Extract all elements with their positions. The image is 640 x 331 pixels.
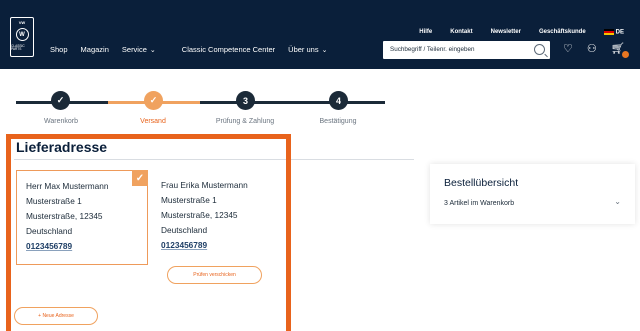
cart-icon[interactable]: 🛒︎ bbox=[611, 42, 629, 58]
step-1-done-icon[interactable]: ✓ bbox=[51, 91, 70, 110]
top-link-geschaeftskunde[interactable]: Geschäftskunde bbox=[539, 29, 586, 36]
cart-badge bbox=[621, 51, 629, 58]
nav-item-shop[interactable]: Shop bbox=[50, 45, 68, 54]
logo-bottom-text: CLASSIC PARTS bbox=[11, 44, 25, 52]
top-link-hilfe[interactable]: Hilfe bbox=[419, 29, 432, 36]
search-icon[interactable] bbox=[534, 44, 545, 55]
summary-title: Bestellübersicht bbox=[444, 177, 519, 189]
nav-item-ueber-uns-label: Über uns bbox=[288, 45, 319, 54]
nav-item-classic-competence-center[interactable]: Classic Competence Center bbox=[182, 45, 275, 54]
main-navigation: Shop Magazin Service ⌄ Classic Competence… bbox=[50, 45, 353, 54]
step-4-label: Bestätigung bbox=[319, 118, 357, 125]
flag-de-icon bbox=[603, 29, 614, 35]
step-3-label: Prüfung & Zahlung bbox=[215, 118, 275, 125]
address-street: Musterstraße 1 bbox=[26, 196, 82, 206]
chevron-down-icon: ⌄ bbox=[321, 47, 328, 54]
order-summary: Bestellübersicht 3 Artikel im Warenkorb … bbox=[430, 164, 635, 224]
search-input[interactable]: Suchbegriff / Teilenr. eingeben bbox=[383, 41, 550, 59]
nav-item-magazin[interactable]: Magazin bbox=[81, 45, 109, 54]
edit-address-button[interactable]: Prüfen verschicken bbox=[167, 266, 262, 284]
top-links: Hilfe Kontakt Newsletter Geschäftskunde … bbox=[401, 29, 624, 36]
step-2-label: Versand bbox=[140, 118, 166, 125]
site-header: VW W CLASSIC PARTS Shop Magazin Service ⌄… bbox=[0, 0, 640, 69]
address-name: Herr Max Mustermann bbox=[26, 181, 109, 191]
top-link-newsletter[interactable]: Newsletter bbox=[491, 29, 521, 36]
chevron-down-icon: ⌄ bbox=[149, 47, 156, 54]
address-phone: 0123456789 bbox=[161, 240, 208, 250]
heart-icon[interactable]: ♡ bbox=[563, 42, 573, 55]
new-address-button[interactable]: + Neue Adresse bbox=[14, 307, 98, 325]
section-title: Lieferadresse bbox=[16, 139, 108, 155]
vw-emblem-icon: W bbox=[15, 28, 29, 41]
address-card[interactable]: Frau Erika Mustermann Musterstraße 1 Mus… bbox=[152, 170, 284, 265]
address-phone: 0123456789 bbox=[26, 241, 73, 251]
nav-item-ueber-uns[interactable]: Über uns ⌄ bbox=[288, 45, 340, 54]
step-4-badge: 4 bbox=[329, 91, 348, 110]
address-name: Frau Erika Mustermann bbox=[161, 180, 248, 190]
brand-logo[interactable]: VW W CLASSIC PARTS bbox=[10, 17, 34, 57]
address-street: Musterstraße 1 bbox=[161, 195, 217, 205]
checkmark-icon: ✓ bbox=[132, 170, 148, 186]
summary-items[interactable]: 3 Artikel im Warenkorb bbox=[444, 200, 514, 207]
nav-item-service-label: Service bbox=[121, 45, 147, 54]
header-icons: ♡ ⚇ 🛒︎ bbox=[563, 42, 629, 58]
address-country: Deutschland bbox=[26, 226, 73, 236]
user-icon[interactable]: ⚇ bbox=[587, 42, 597, 55]
stepper-line-todo bbox=[200, 101, 385, 104]
top-link-kontakt[interactable]: Kontakt bbox=[450, 29, 472, 36]
language-code: DE bbox=[615, 29, 624, 36]
logo-top-text: VW bbox=[18, 20, 26, 25]
step-2-active-icon[interactable]: ✓ bbox=[144, 91, 163, 110]
step-3-badge: 3 bbox=[236, 91, 255, 110]
chevron-down-icon[interactable]: ⌄ bbox=[614, 197, 621, 206]
step-1-label: Warenkorb bbox=[44, 118, 78, 125]
address-card-selected[interactable]: ✓ Herr Max Mustermann Musterstraße 1 Mus… bbox=[16, 170, 148, 265]
search-placeholder: Suchbegriff / Teilenr. eingeben bbox=[390, 46, 475, 53]
address-city: Musterstraße, 12345 bbox=[161, 210, 238, 220]
address-city: Musterstraße, 12345 bbox=[26, 211, 103, 221]
address-country: Deutschland bbox=[161, 225, 208, 235]
language-selector[interactable]: DE bbox=[603, 29, 624, 36]
nav-item-service[interactable]: Service ⌄ bbox=[122, 45, 169, 54]
